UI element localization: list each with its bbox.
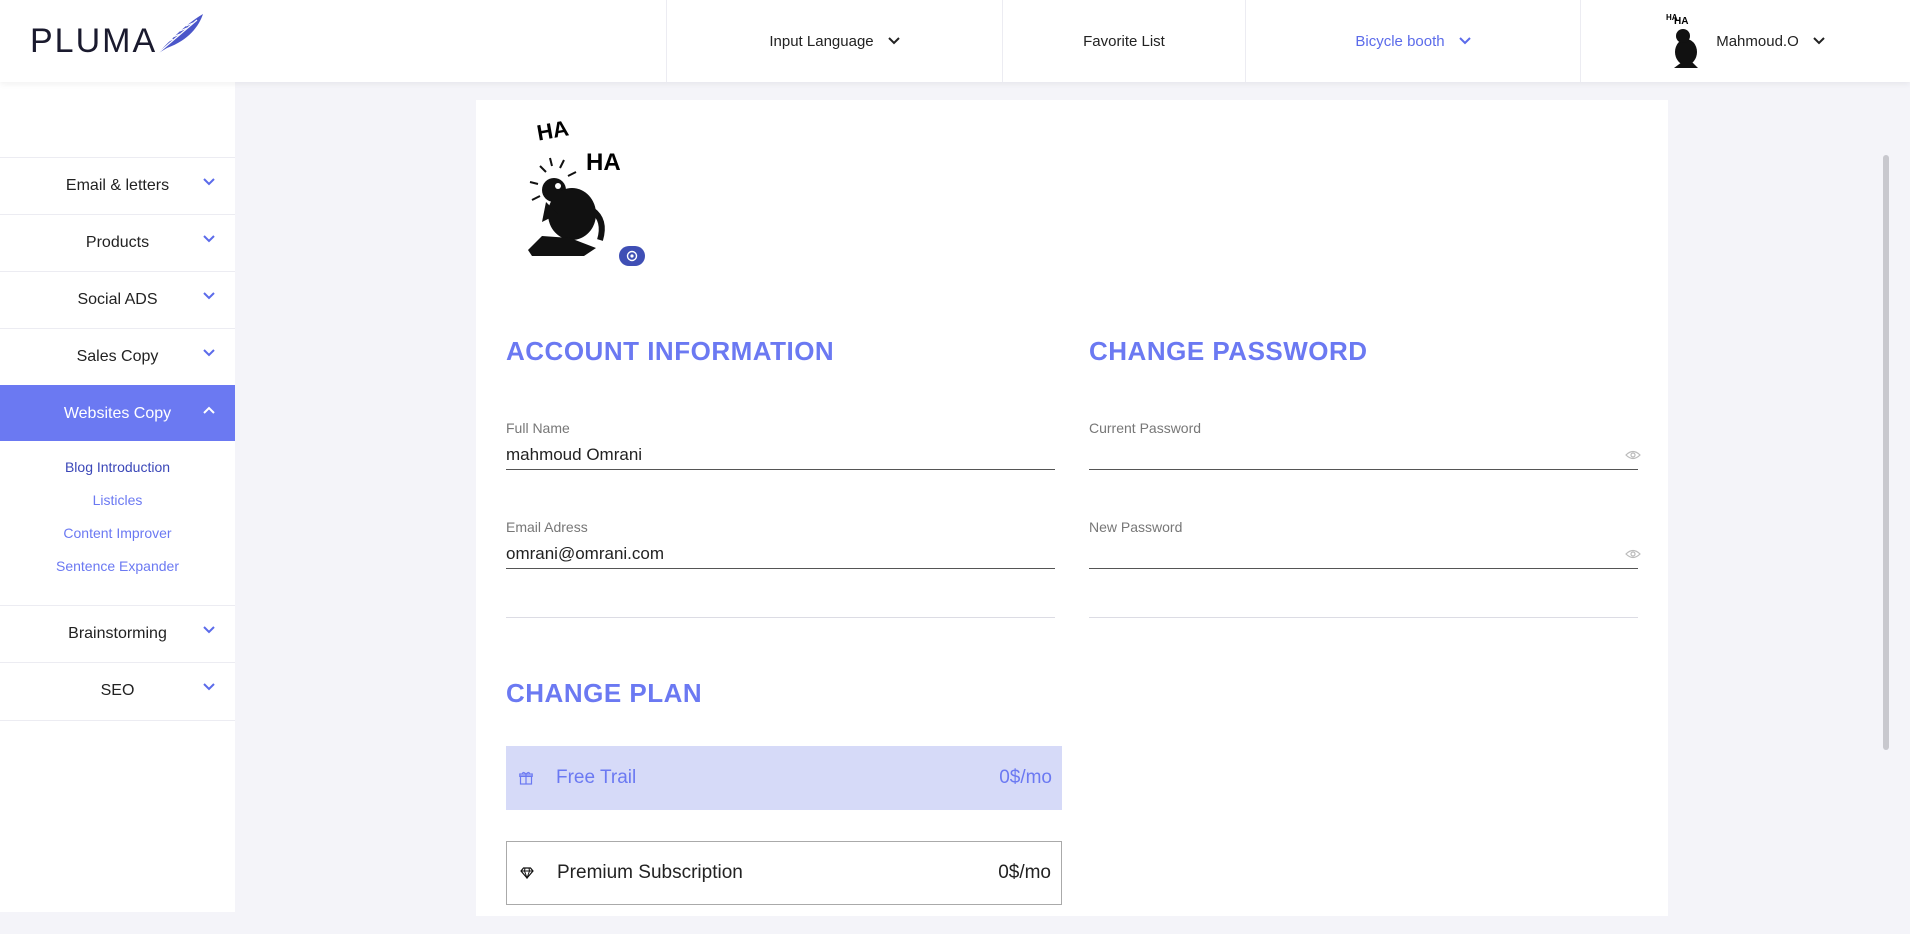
- sidebar-item-social-ads[interactable]: Social ADS: [0, 271, 235, 328]
- gift-icon: [516, 771, 536, 785]
- sidebar-item-label: Email & letters: [65, 177, 170, 194]
- top-header: PLUMA Input Language Favorite List Bicyc…: [0, 0, 1910, 82]
- sidebar-item-websites-copy[interactable]: Websites Copy: [0, 385, 235, 441]
- page-scrollbar[interactable]: [1883, 155, 1889, 750]
- sidebar-item-email-letters[interactable]: Email & letters: [0, 157, 235, 214]
- eye-icon[interactable]: [1625, 449, 1641, 461]
- sidebar-subitem-sentence-expander[interactable]: Sentence Expander: [0, 558, 235, 574]
- sidebar-item-label: Sales Copy: [76, 348, 159, 365]
- change-plan-title: CHANGE PLAN: [506, 678, 703, 708]
- account-settings-card: HA HA ACCOUNT INFORMATION Full Name Emai…: [476, 100, 1668, 916]
- logo-text: PLUMA: [30, 21, 158, 60]
- chevron-down-icon: [1813, 37, 1825, 45]
- camera-icon: [626, 250, 638, 262]
- sidebar-item-seo[interactable]: SEO: [0, 662, 235, 719]
- full-name-field[interactable]: [506, 440, 1055, 470]
- chevron-down-icon: [203, 235, 215, 243]
- feather-icon: [156, 14, 204, 55]
- section-divider: [506, 617, 1055, 618]
- account-information-title: ACCOUNT INFORMATION: [506, 336, 835, 366]
- input-language-dropdown[interactable]: Input Language: [667, 0, 1003, 82]
- sidebar-item-brainstorming[interactable]: Brainstorming: [0, 605, 235, 662]
- plan-name: Premium Subscription: [557, 862, 743, 883]
- svg-text:HA: HA: [1666, 13, 1678, 22]
- diamond-icon: [517, 867, 537, 879]
- bicycle-booth-dropdown[interactable]: Bicycle booth: [1246, 0, 1581, 82]
- full-name-label: Full Name: [506, 420, 570, 436]
- chevron-down-icon: [203, 178, 215, 186]
- change-password-title: CHANGE PASSWORD: [1089, 336, 1368, 366]
- logo[interactable]: PLUMA: [0, 0, 667, 82]
- plan-name: Free Trail: [556, 767, 637, 788]
- sidebar-item-label: Websites Copy: [63, 404, 172, 422]
- favorite-list-link[interactable]: Favorite List: [1003, 0, 1246, 82]
- svg-text:HA: HA: [586, 149, 621, 176]
- chevron-down-icon: [203, 683, 215, 691]
- chevron-down-icon: [203, 292, 215, 300]
- input-language-label: Input Language: [769, 32, 874, 50]
- chevron-down-icon: [887, 37, 900, 45]
- sidebar-item-label: SEO: [100, 682, 135, 699]
- current-password-label: Current Password: [1089, 420, 1202, 436]
- plan-price: 0$/mo: [998, 862, 1051, 883]
- user-name: Mahmoud.O: [1716, 32, 1799, 50]
- new-password-label: New Password: [1089, 519, 1183, 535]
- sidebar-subitem-content-improver[interactable]: Content Improver: [0, 525, 235, 541]
- chevron-down-icon: [203, 626, 215, 634]
- svg-text:HA: HA: [535, 118, 571, 146]
- chevron-down-icon: [1458, 37, 1471, 45]
- sidebar-item-products[interactable]: Products: [0, 214, 235, 271]
- sidebar-divider: [0, 720, 235, 721]
- sidebar-item-label: Products: [85, 234, 150, 251]
- chevron-down-icon: [203, 349, 215, 357]
- email-label: Email Adress: [506, 519, 588, 535]
- current-password-field[interactable]: [1089, 440, 1638, 470]
- sidebar-item-label: Social ADS: [77, 291, 158, 308]
- edit-avatar-button[interactable]: [619, 246, 645, 266]
- bicycle-booth-label: Bicycle booth: [1355, 32, 1445, 50]
- new-password-field[interactable]: [1089, 539, 1638, 569]
- chevron-up-icon: [203, 406, 215, 414]
- sidebar-subitem-listicles[interactable]: Listicles: [0, 492, 235, 508]
- profile-avatar: HA HA: [528, 118, 621, 256]
- sidebar-item-sales-copy[interactable]: Sales Copy: [0, 328, 235, 385]
- plan-price: 0$/mo: [999, 767, 1052, 788]
- favorite-list-label: Favorite List: [1083, 32, 1165, 50]
- plan-option-free-trial[interactable]: Free Trail 0$/mo: [506, 746, 1062, 810]
- sidebar-subitem-blog-introduction[interactable]: Blog Introduction: [0, 459, 235, 475]
- sidebar-item-label: Brainstorming: [68, 625, 167, 642]
- plan-option-premium[interactable]: Premium Subscription 0$/mo: [506, 841, 1062, 905]
- eye-icon[interactable]: [1625, 548, 1641, 560]
- email-field[interactable]: [506, 539, 1055, 569]
- sidebar: Email & letters Products Social ADS Sale…: [0, 82, 235, 912]
- avatar: HA HA: [1666, 13, 1699, 68]
- section-divider: [1089, 617, 1638, 618]
- user-menu[interactable]: HA HA Mahmoud.O: [1581, 0, 1910, 82]
